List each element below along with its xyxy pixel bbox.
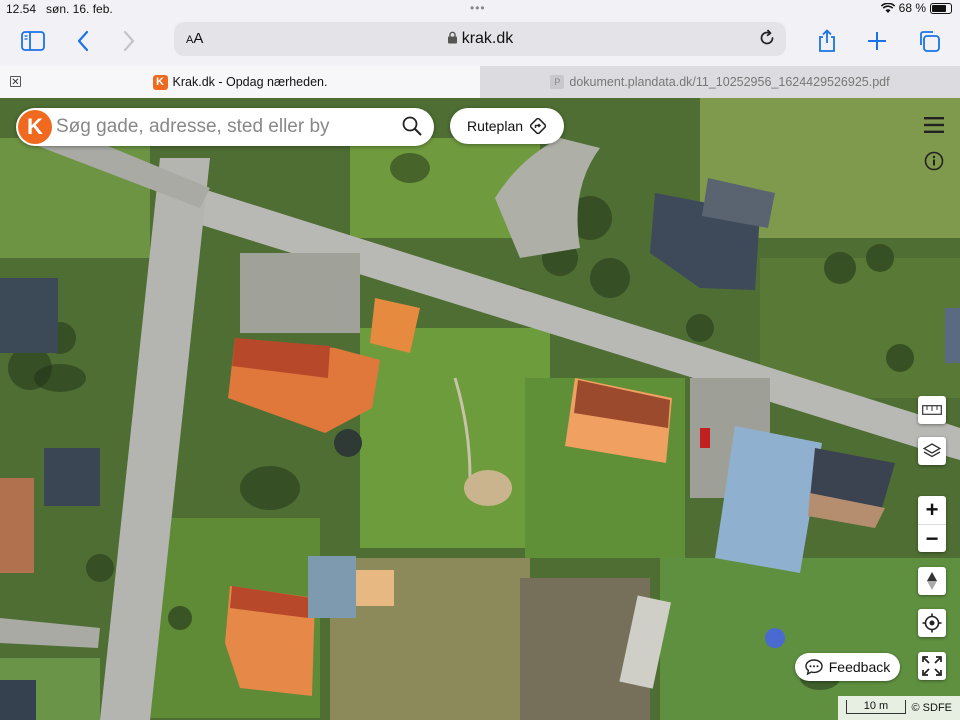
search-icon[interactable]	[402, 116, 422, 141]
zoom-out-button[interactable]: −	[918, 524, 946, 552]
fullscreen-icon	[922, 656, 942, 676]
tab-bar: ✕ K Krak.dk - Opdag nærheden. P dokument…	[0, 66, 960, 98]
compass-button[interactable]	[918, 567, 946, 595]
ruler-icon	[922, 405, 942, 415]
back-icon[interactable]	[68, 26, 98, 56]
aerial-imagery[interactable]	[0, 98, 960, 720]
battery-percent: 68 %	[898, 1, 926, 15]
tab-title: dokument.plandata.dk/11_10252956_1624429…	[569, 75, 890, 89]
search-box[interactable]: K	[16, 108, 434, 146]
tab-overview-icon[interactable]	[914, 26, 944, 56]
map-attribution[interactable]: © SDFE	[912, 702, 953, 714]
map-canvas[interactable]: K Ruteplan + − Feedback 10 m © SDFE	[0, 98, 960, 720]
route-planner-button[interactable]: Ruteplan	[450, 108, 564, 144]
directions-icon	[529, 117, 547, 135]
multitasking-dots-icon[interactable]: •••	[470, 1, 486, 15]
route-planner-label: Ruteplan	[466, 118, 524, 134]
status-right: 68 %	[880, 1, 952, 15]
status-bar: 12.54 søn. 16. feb. ••• 68 %	[0, 0, 960, 18]
compass-icon	[927, 572, 937, 590]
feedback-button[interactable]: Feedback	[795, 653, 900, 681]
tab-title: Krak.dk - Opdag nærheden.	[172, 75, 328, 89]
info-icon[interactable]	[924, 151, 944, 171]
hamburger-menu-icon[interactable]	[924, 117, 944, 133]
share-icon[interactable]	[812, 26, 842, 56]
krak-favicon-icon: K	[152, 74, 168, 90]
chat-bubble-icon	[805, 659, 823, 675]
map-layers-button[interactable]	[918, 437, 946, 465]
layers-icon	[923, 443, 941, 458]
scale-label: 10 m	[846, 700, 906, 714]
scale-bar: 10 m © SDFE	[838, 696, 960, 720]
measure-ruler-button[interactable]	[918, 396, 946, 424]
wifi-icon	[880, 2, 895, 13]
tab-krak[interactable]: ✕ K Krak.dk - Opdag nærheden.	[0, 66, 480, 98]
browser-toolbar: AA krak.dk	[0, 18, 960, 66]
pdf-favicon-icon: P	[550, 75, 565, 89]
feedback-label: Feedback	[828, 659, 891, 675]
krak-logo[interactable]: K	[18, 110, 52, 144]
zoom-control: + −	[918, 496, 946, 552]
new-tab-icon[interactable]	[862, 26, 892, 56]
fullscreen-button[interactable]	[918, 652, 946, 680]
status-date: søn. 16. feb.	[46, 2, 113, 16]
reload-icon[interactable]	[758, 29, 776, 52]
zoom-in-button[interactable]: +	[918, 496, 946, 524]
sidebar-toggle-icon[interactable]	[18, 26, 48, 56]
status-time: 12.54	[6, 2, 37, 16]
url-display[interactable]: krak.dk	[174, 30, 786, 48]
lock-icon	[447, 31, 457, 44]
location-target-icon	[922, 613, 942, 633]
battery-icon	[930, 2, 952, 14]
address-bar[interactable]: AA krak.dk	[174, 22, 786, 56]
tab-plandata[interactable]: P dokument.plandata.dk/11_10252956_16244…	[480, 66, 960, 98]
forward-icon[interactable]	[114, 26, 144, 56]
locate-me-button[interactable]	[918, 609, 946, 637]
search-input[interactable]	[56, 114, 386, 140]
